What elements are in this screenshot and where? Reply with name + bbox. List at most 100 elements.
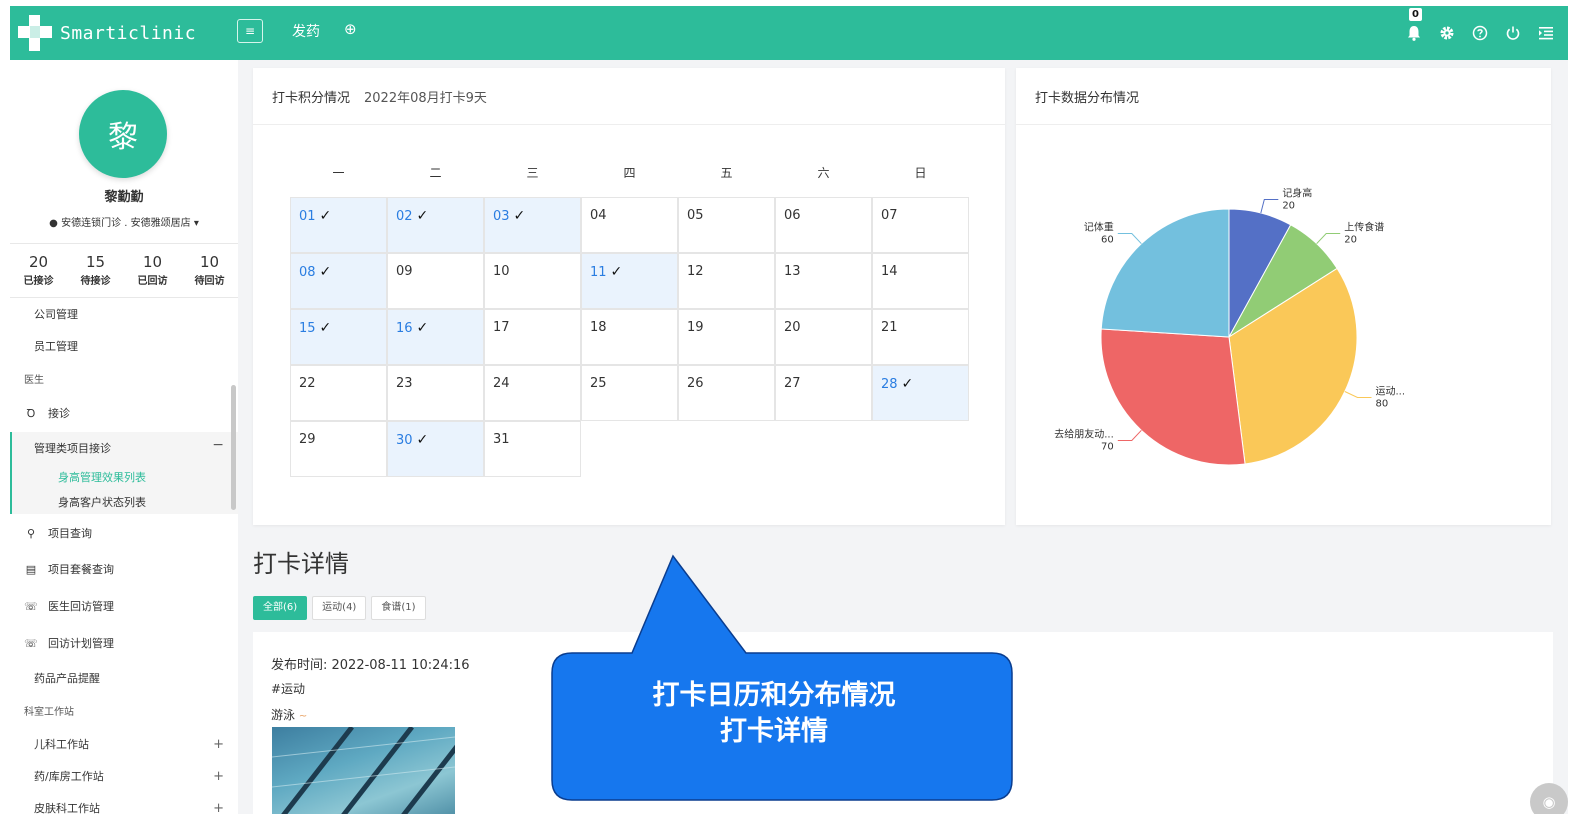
checkmark-icon: ✓ bbox=[319, 320, 332, 336]
day-number: 05 bbox=[687, 208, 704, 223]
nav-tab-dispense[interactable]: 发药 bbox=[292, 21, 320, 41]
sidebar-item-drug-reminder[interactable]: 药品产品提醒 bbox=[10, 664, 238, 692]
calendar-day[interactable]: 07 bbox=[872, 197, 969, 253]
sidebar-item-doctor-followup[interactable]: ☏ 医生回访管理 bbox=[10, 591, 238, 621]
tab-all[interactable]: 全部(6) bbox=[253, 596, 308, 620]
calendar-day[interactable]: 18 bbox=[581, 309, 678, 365]
calendar-day[interactable]: 10 bbox=[484, 253, 581, 309]
calendar-day[interactable]: 26 bbox=[678, 365, 775, 421]
day-number: 10 bbox=[493, 264, 510, 279]
pie-slice[interactable] bbox=[1100, 328, 1246, 466]
sidebar-item-consult[interactable]: Ꝺ 接诊 bbox=[10, 398, 238, 428]
pie-leader-line bbox=[1117, 232, 1142, 245]
checkmark-icon: ✓ bbox=[513, 208, 526, 224]
help-button[interactable] bbox=[1463, 6, 1496, 60]
calendar-day[interactable]: 05 bbox=[678, 197, 775, 253]
sidebar-item-mgmt-consult[interactable]: 管理类项目接诊 bbox=[34, 440, 111, 456]
calendar-day[interactable]: 25 bbox=[581, 365, 678, 421]
expand-icon[interactable]: + bbox=[213, 737, 224, 752]
panel-header: 打卡积分情况 2022年08月打卡9天 bbox=[253, 68, 1005, 125]
calendar-day[interactable]: 01 ✓ bbox=[290, 197, 387, 253]
calendar-day[interactable]: 02 ✓ bbox=[387, 197, 484, 253]
sidebar-item-followup-plan[interactable]: ☏ 回访计划管理 bbox=[10, 628, 238, 658]
calendar-day[interactable]: 24 bbox=[484, 365, 581, 421]
calendar-day[interactable]: 09 bbox=[387, 253, 484, 309]
sidebar-subitem-height-status[interactable]: 身高客户状态列表 bbox=[58, 494, 146, 510]
sidebar-item-staff[interactable]: 员工管理 bbox=[10, 332, 238, 360]
logo-icon bbox=[18, 15, 52, 51]
expand-icon[interactable]: + bbox=[213, 801, 224, 815]
sidebar-subitem-height-effect[interactable]: 身高管理效果列表 bbox=[58, 469, 146, 485]
calendar-day[interactable]: 30 ✓ bbox=[387, 421, 484, 477]
gear-icon bbox=[1440, 26, 1453, 40]
day-number: 09 bbox=[396, 264, 413, 279]
document-icon: ▤ bbox=[25, 562, 37, 576]
search-icon: ⚲ bbox=[26, 526, 36, 540]
day-number: 26 bbox=[687, 376, 704, 391]
collapse-icon[interactable]: − bbox=[212, 437, 224, 453]
section-label: 科室工作站 bbox=[24, 706, 74, 718]
calendar-day[interactable]: 04 bbox=[581, 197, 678, 253]
stat-followed[interactable]: 10 已回访 bbox=[124, 244, 181, 297]
avatar[interactable]: 黎 bbox=[79, 90, 167, 178]
sidebar-item-project-query[interactable]: ⚲ 项目查询 bbox=[10, 518, 238, 548]
notification-button[interactable]: 0 bbox=[1397, 6, 1430, 60]
sidebar-item-dermatology[interactable]: 皮肤科工作站 + bbox=[10, 794, 238, 815]
day-number: 06 bbox=[784, 208, 801, 223]
day-number: 22 bbox=[299, 376, 316, 391]
calendar-day[interactable]: 20 bbox=[775, 309, 872, 365]
stat-num: 10 bbox=[199, 253, 220, 271]
sidebar-scrollbar[interactable] bbox=[231, 385, 236, 510]
calendar-day[interactable]: 17 bbox=[484, 309, 581, 365]
expand-icon[interactable]: + bbox=[213, 769, 224, 784]
brand[interactable]: Smarticlinic bbox=[18, 13, 196, 53]
calendar-day[interactable]: 12 bbox=[678, 253, 775, 309]
pie-label-name: 去给朋友动... bbox=[1054, 428, 1114, 441]
day-number: 20 bbox=[784, 320, 801, 335]
logout-button[interactable] bbox=[1496, 6, 1529, 60]
chat-button[interactable]: ◉ bbox=[1530, 783, 1568, 814]
outline-button[interactable] bbox=[1529, 6, 1562, 60]
calendar-day[interactable]: 03 ✓ bbox=[484, 197, 581, 253]
panel-title: 打卡积分情况 bbox=[272, 90, 351, 106]
stat-seen[interactable]: 20 已接诊 bbox=[10, 244, 67, 297]
calendar-day[interactable]: 16 ✓ bbox=[387, 309, 484, 365]
calendar-day[interactable]: 08 ✓ bbox=[290, 253, 387, 309]
sidebar-item-pediatrics[interactable]: 儿科工作站 + bbox=[10, 730, 238, 758]
calendar-day[interactable]: 28 ✓ bbox=[872, 365, 969, 421]
sidebar-item-package-query[interactable]: ▤ 项目套餐查询 bbox=[10, 554, 238, 584]
tab-exercise[interactable]: 运动(4) bbox=[312, 596, 367, 620]
clinic-selector[interactable]: ● 安德连锁门诊 . 安德雅颂居店 ▾ bbox=[10, 214, 238, 229]
calendar-day[interactable]: 06 bbox=[775, 197, 872, 253]
checkin-summary: 2022年08月打卡9天 bbox=[364, 90, 487, 106]
sidebar-item-label: 项目查询 bbox=[48, 527, 92, 540]
pie-leader-line bbox=[1344, 391, 1372, 398]
tab-recipe[interactable]: 食谱(1) bbox=[371, 596, 426, 620]
day-number: 28 bbox=[881, 377, 898, 392]
add-tab-icon[interactable]: ⊕ bbox=[344, 20, 357, 38]
calendar-day[interactable]: 22 bbox=[290, 365, 387, 421]
pie-leader-line bbox=[1260, 198, 1279, 214]
calendar-day[interactable]: 14 bbox=[872, 253, 969, 309]
calendar-day[interactable]: 13 bbox=[775, 253, 872, 309]
settings-button[interactable] bbox=[1430, 6, 1463, 60]
calendar-day[interactable]: 21 bbox=[872, 309, 969, 365]
sidebar-item-pharmacy[interactable]: 药/库房工作站 + bbox=[10, 762, 238, 790]
post-tag[interactable]: #运动 bbox=[271, 680, 305, 697]
pie-label-value: 20 bbox=[1282, 200, 1295, 211]
calendar-day[interactable]: 23 bbox=[387, 365, 484, 421]
calendar-day[interactable]: 31 bbox=[484, 421, 581, 477]
menu-toggle-button[interactable]: ≡ bbox=[237, 19, 263, 43]
weekday-header: 三 bbox=[526, 166, 539, 180]
stat-waiting[interactable]: 15 待接诊 bbox=[67, 244, 124, 297]
post-photo[interactable] bbox=[272, 727, 455, 814]
calendar-day[interactable]: 11 ✓ bbox=[581, 253, 678, 309]
calendar-day[interactable]: 15 ✓ bbox=[290, 309, 387, 365]
pie-slice[interactable] bbox=[1100, 208, 1230, 338]
calendar-day[interactable]: 29 bbox=[290, 421, 387, 477]
sidebar-item-company[interactable]: 公司管理 bbox=[10, 300, 238, 328]
calendar-day[interactable]: 27 bbox=[775, 365, 872, 421]
post-text: 游泳 ~ bbox=[271, 706, 307, 723]
calendar-day[interactable]: 19 bbox=[678, 309, 775, 365]
stat-to-follow[interactable]: 10 待回访 bbox=[181, 244, 238, 297]
